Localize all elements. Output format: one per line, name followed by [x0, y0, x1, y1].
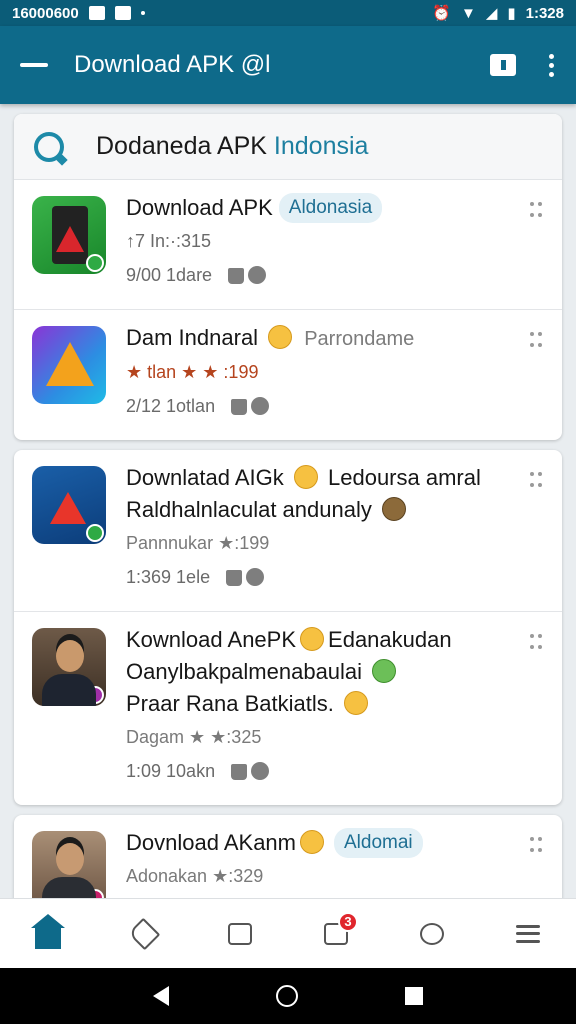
bag-icon	[231, 399, 248, 415]
blue-app-icon	[32, 466, 106, 544]
nav-favorites[interactable]	[408, 910, 456, 958]
app-rating: Pannnukar ★:199	[126, 533, 270, 553]
content-list[interactable]: Dodaneda APK Indonsia Download APK Aldona…	[0, 104, 576, 898]
app-title-line: Dovnload AKanm Aldomai	[126, 827, 510, 859]
app-meta-secondary: 2/12 1otlan	[126, 389, 510, 426]
drag-handle-icon[interactable]	[530, 202, 544, 220]
app-bar: Download APK @l	[0, 26, 576, 104]
chat-icon	[248, 266, 267, 284]
nav-send[interactable]	[120, 910, 168, 958]
featured-card: Dodaneda APK Indonsia Download APK Aldona…	[14, 114, 562, 440]
wifi-icon: ▼	[460, 4, 476, 22]
list-item[interactable]: Download APK Aldonasia ↑7 In:·:315 9/00 1…	[14, 180, 562, 309]
signal-icon: ◢	[485, 5, 498, 22]
notification-badge: 3	[338, 911, 358, 932]
app-subtitle-line: Raldhalnlaculat andunaly	[126, 494, 510, 526]
bottom-navigation: 3	[0, 898, 576, 968]
app-notification-icon	[114, 6, 131, 20]
prism-icon	[32, 326, 106, 404]
app-meta-secondary: 9/00 1dare	[126, 258, 510, 295]
bag-icon	[226, 570, 243, 586]
list-card: Dovnload AKanm Aldomai Adonakan ★:329	[14, 815, 562, 898]
app-rating: Dagam ★ ★:325	[126, 727, 262, 747]
list-item[interactable]: Dam Indnaral Parrondame ★ tlan ★ ★ :199 …	[14, 309, 562, 440]
system-navigation-bar	[0, 968, 576, 1024]
status-time-left: 16000600	[12, 4, 79, 22]
recents-icon[interactable]	[404, 987, 423, 1005]
section-header: Dodaneda APK Indonsia	[14, 114, 562, 180]
search-chat-icon	[34, 131, 64, 162]
nav-bag[interactable]: 3	[312, 910, 360, 958]
status-time-right: 1:328	[525, 4, 564, 22]
emoji-icon	[268, 325, 293, 349]
green-phone-icon	[32, 196, 106, 274]
status-bar: 16000600 ⏰ ▼ ◢ ▮ 1:328	[0, 0, 576, 26]
app-title-line: Kownload AnePK Edanakudan	[126, 627, 452, 652]
heart-icon	[420, 922, 444, 945]
home-circle-icon[interactable]	[275, 985, 298, 1007]
app-meta: ↑7 In:·:315	[126, 231, 212, 251]
dot-icon	[140, 11, 145, 15]
list-item[interactable]: Kownload AnePK Edanakudan Oanylbakpalmena…	[14, 611, 562, 805]
nav-home[interactable]	[24, 910, 72, 958]
app-title-line: Downlatad AIGk Ledoursa amral	[126, 465, 481, 490]
chat-icon	[246, 568, 265, 586]
drag-handle-icon[interactable]	[530, 472, 544, 490]
app-title-line: Download APK Aldonasia	[126, 192, 510, 224]
app-subtitle-line-2: Praar Rana Batkiatls.	[126, 688, 510, 720]
tag-chip[interactable]: Aldomai	[334, 828, 423, 858]
app-rating: ★ tlan ★ ★ :199	[126, 362, 259, 382]
notification-icon	[88, 6, 105, 20]
person-photo-2	[32, 831, 106, 898]
menu-icon	[516, 924, 540, 943]
app-meta-secondary: 1:09 10akn	[126, 754, 510, 791]
home-icon	[31, 913, 65, 949]
back-icon[interactable]	[153, 986, 170, 1006]
person-photo	[32, 628, 106, 706]
nav-menu[interactable]	[504, 910, 552, 958]
app-rating: Adonakan ★:329	[126, 866, 264, 886]
list-item[interactable]: Downlatad AIGk Ledoursa amral Raldhalnla…	[14, 450, 562, 611]
tag-chip[interactable]: Aldonasia	[278, 193, 383, 223]
drag-handle-icon[interactable]	[530, 332, 544, 350]
hamburger-menu-icon[interactable]	[20, 63, 48, 67]
app-subtitle-line: Oanylbakpalmenabaulai	[126, 656, 510, 688]
drag-handle-icon[interactable]	[530, 634, 544, 652]
chat-icon	[251, 762, 270, 780]
alarm-icon: ⏰	[432, 5, 451, 22]
bag-icon	[228, 268, 245, 284]
list-item[interactable]: Dovnload AKanm Aldomai Adonakan ★:329	[14, 815, 562, 898]
app-meta-secondary: 1:369 1ele	[126, 560, 510, 597]
battery-icon: ▮	[507, 5, 516, 22]
bookmark-icon[interactable]	[490, 54, 516, 76]
send-icon	[127, 917, 161, 950]
drag-handle-icon[interactable]	[530, 837, 544, 855]
list-card: Downlatad AIGk Ledoursa amral Raldhalnla…	[14, 450, 562, 805]
nav-shield[interactable]	[216, 910, 264, 958]
bag-icon	[231, 764, 248, 780]
section-title: Dodaneda APK Indonsia	[96, 132, 369, 160]
app-title-line: Dam Indnaral Parrondame	[126, 325, 415, 350]
app-title: Download APK @l	[74, 51, 271, 78]
chat-icon	[251, 397, 270, 415]
more-options-icon[interactable]	[546, 53, 556, 77]
shield-icon	[228, 922, 252, 945]
